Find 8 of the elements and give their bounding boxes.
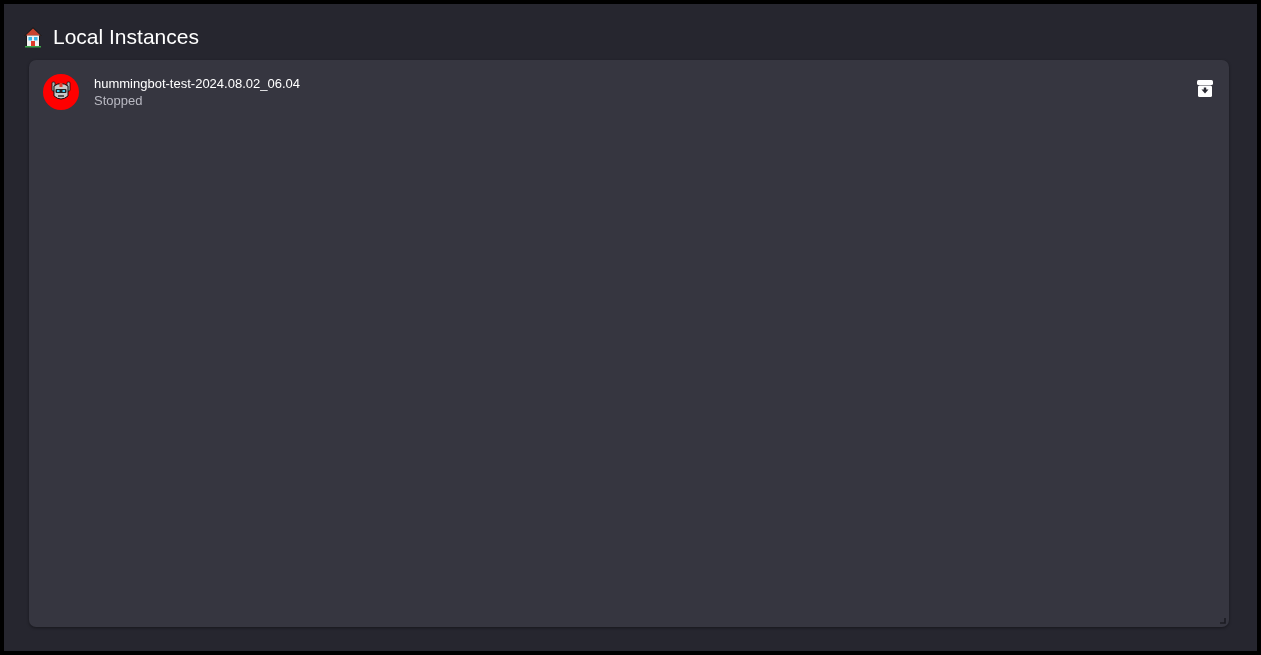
resize-handle[interactable] xyxy=(1220,618,1226,624)
page-title: Local Instances xyxy=(53,24,199,50)
house-icon xyxy=(23,26,43,48)
instance-status: Stopped xyxy=(94,92,143,110)
instance-name: hummingbot-test-2024.08.02_06.04 xyxy=(94,75,300,92)
archive-button[interactable] xyxy=(1197,80,1213,97)
archive-box-icon xyxy=(1197,80,1213,97)
robot-avatar-icon xyxy=(43,74,79,110)
